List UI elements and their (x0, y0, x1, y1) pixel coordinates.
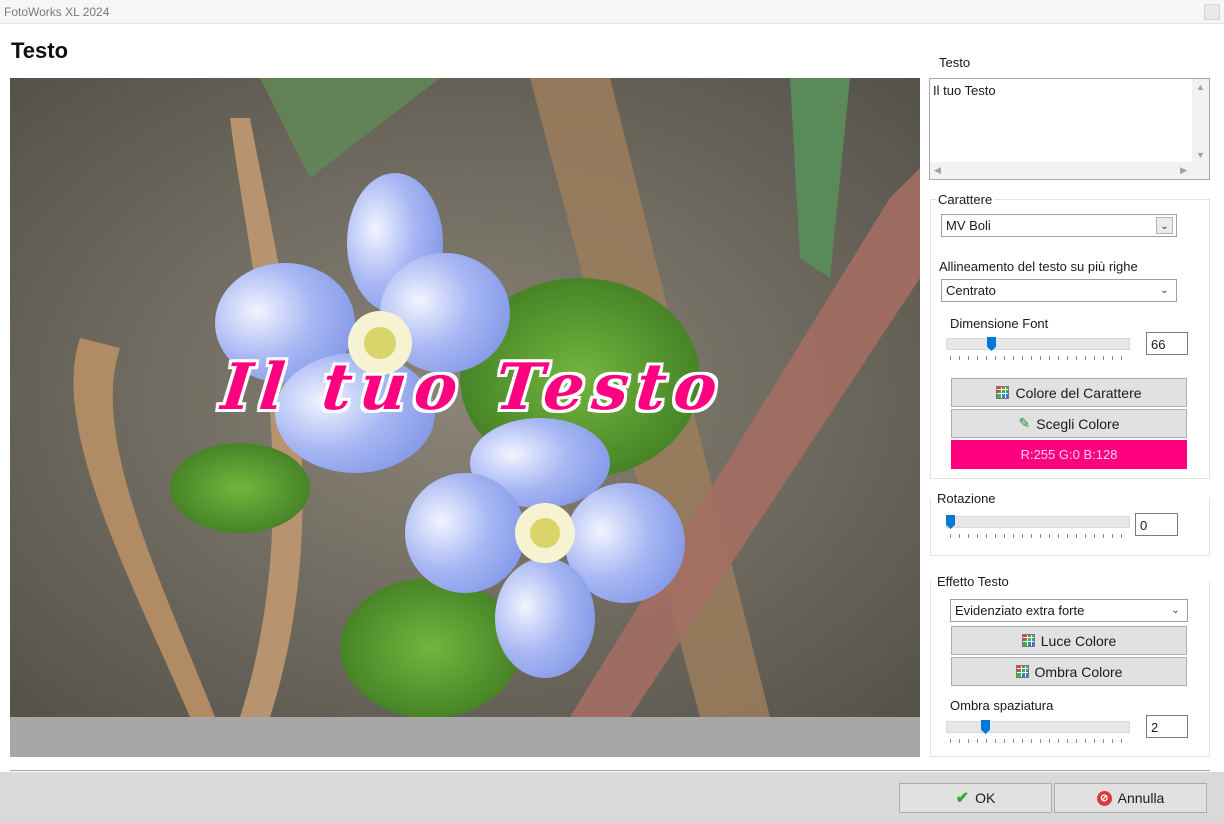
shadow-color-button-label: Ombra Colore (1034, 663, 1123, 680)
text-input[interactable]: Il tuo Testo ▲ ▼ ◀ ▶ (929, 78, 1210, 180)
photo-canvas: Il tuo Testo (10, 78, 920, 717)
window-control-button[interactable] (1204, 4, 1220, 20)
pick-color-button[interactable]: ✎ Scegli Colore (951, 409, 1187, 438)
text-input-value: Il tuo Testo (933, 83, 996, 98)
light-color-button-label: Luce Colore (1040, 632, 1117, 649)
font-select-value: MV Boli (946, 218, 991, 233)
chevron-down-icon[interactable]: ⌄ (1156, 282, 1173, 299)
effect-select-value: Evidenziato extra forte (955, 603, 1085, 618)
color-grid-icon (1021, 634, 1035, 647)
cancel-icon: ⊘ (1096, 790, 1112, 806)
light-color-button[interactable]: Luce Colore (951, 626, 1187, 655)
color-grid-icon (1015, 665, 1029, 678)
horizontal-scrollbar[interactable]: ◀ ▶ (930, 162, 1209, 179)
font-color-button[interactable]: Colore del Carattere (951, 378, 1187, 407)
title-bar: FotoWorks XL 2024 (0, 0, 1224, 24)
scroll-left-icon[interactable]: ◀ (934, 165, 941, 176)
font-color-button-label: Colore del Carattere (1015, 384, 1142, 401)
check-icon: ✔ (955, 790, 970, 807)
shadow-spacing-slider-ticks (950, 739, 1127, 743)
vertical-scrollbar[interactable]: ▲ ▼ (1192, 79, 1209, 163)
overlay-text[interactable]: Il tuo Testo (218, 350, 729, 425)
cancel-button[interactable]: ⊘ Annulla (1054, 783, 1207, 813)
page-title: Testo (11, 38, 69, 63)
shadow-spacing-input[interactable]: 2 (1146, 715, 1188, 738)
text-label: Testo (939, 55, 971, 70)
color-readout: R:255 G:0 B:128 (1020, 447, 1118, 462)
shadow-spacing-slider[interactable] (946, 721, 1130, 733)
ok-button[interactable]: ✔ OK (899, 783, 1052, 813)
color-grid-icon (996, 386, 1010, 399)
footer: ✔ OK ⊘ Annulla (0, 772, 1224, 823)
font-size-label: Dimensione Font (950, 316, 1049, 331)
rotation-slider[interactable] (946, 516, 1130, 528)
cancel-button-label: Annulla (1117, 790, 1165, 806)
font-size-slider-ticks (950, 356, 1127, 360)
rotation-slider-ticks (950, 534, 1127, 538)
scroll-down-icon[interactable]: ▼ (1196, 150, 1205, 160)
shadow-color-button[interactable]: Ombra Colore (951, 657, 1187, 686)
chevron-down-icon[interactable]: ⌄ (1167, 602, 1184, 619)
rotation-label: Rotazione (937, 491, 996, 506)
image-preview[interactable]: Il tuo Testo (10, 78, 920, 757)
scroll-up-icon[interactable]: ▲ (1196, 82, 1205, 92)
font-size-slider[interactable] (946, 338, 1130, 350)
scroll-right-icon[interactable]: ▶ (1180, 165, 1187, 176)
effect-select[interactable]: Evidenziato extra forte ⌄ (950, 599, 1188, 622)
align-select-value: Centrato (946, 283, 996, 298)
app-title: FotoWorks XL 2024 (4, 5, 110, 19)
chevron-down-icon[interactable]: ⌄ (1156, 217, 1173, 234)
pick-color-button-label: Scegli Colore (1036, 415, 1120, 432)
font-select[interactable]: MV Boli ⌄ (941, 214, 1177, 237)
rotation-input[interactable]: 0 (1135, 513, 1178, 536)
font-size-input[interactable]: 66 (1146, 332, 1188, 355)
eyedropper-icon: ✎ (1018, 415, 1031, 431)
shadow-spacing-label: Ombra spaziatura (950, 698, 1054, 713)
ok-button-label: OK (975, 790, 996, 806)
align-select[interactable]: Centrato ⌄ (941, 279, 1177, 302)
color-swatch: R:255 G:0 B:128 (951, 440, 1187, 469)
align-label: Allineamento del testo su più righe (939, 259, 1138, 274)
effect-label: Effetto Testo (937, 574, 1009, 589)
font-group-label: Carattere (936, 192, 995, 207)
